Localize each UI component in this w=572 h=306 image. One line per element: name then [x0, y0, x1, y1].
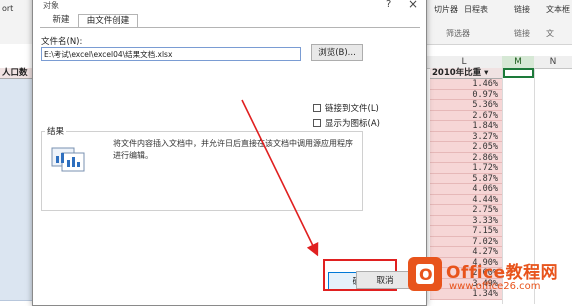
watermark-url: www.office26.com [449, 281, 541, 292]
watermark-brand: Office教程网 [446, 263, 559, 283]
logo-o: O [419, 265, 433, 284]
